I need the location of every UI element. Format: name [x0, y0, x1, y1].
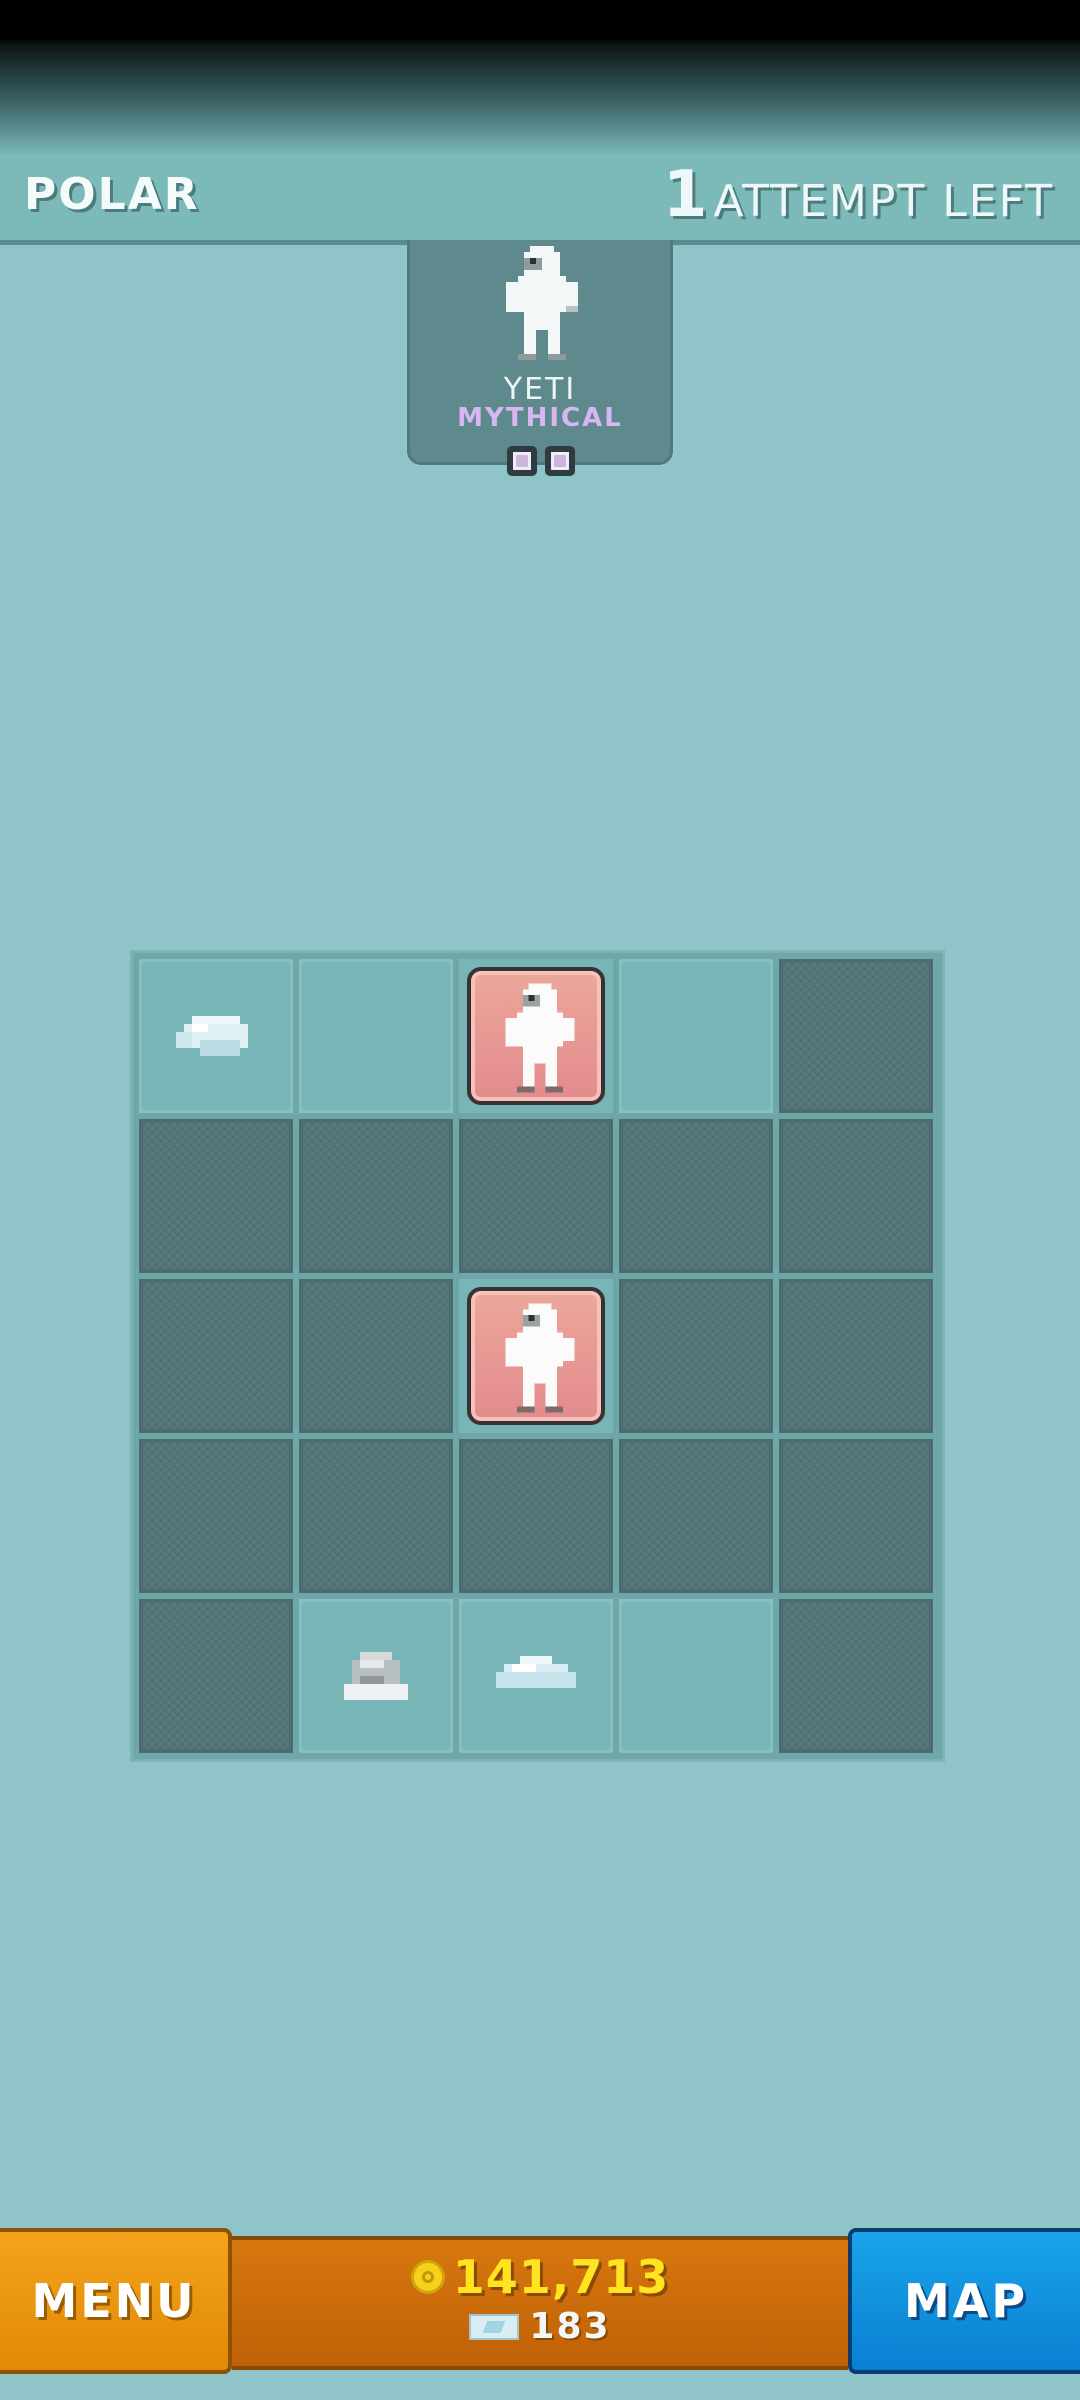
target-rarity: MYTHICAL [457, 403, 623, 433]
empty-tile [619, 1599, 773, 1753]
biome-title: POLAR [24, 169, 200, 220]
coin-icon [410, 2260, 445, 2294]
yeti-icon [467, 1287, 605, 1425]
rock-tile [299, 1599, 453, 1753]
level-header: POLAR 1 ATTEMPT LEFT [0, 155, 1080, 245]
found-yeti-tile [459, 1279, 613, 1433]
covered-tile[interactable] [459, 1119, 613, 1273]
covered-tile[interactable] [299, 1119, 453, 1273]
target-pip [545, 446, 575, 476]
attempts-count: 1 [662, 158, 708, 232]
found-yeti-tile [459, 959, 613, 1113]
snow-drift-icon [496, 1656, 576, 1688]
covered-tile[interactable] [779, 959, 933, 1113]
target-name: YETI [503, 372, 577, 407]
empty-tile [619, 959, 773, 1113]
rock-icon [344, 1652, 408, 1700]
coin-amount: 141,713 [452, 2250, 670, 2304]
currency-panel: 141,713 183 [232, 2236, 848, 2370]
target-animal-card: YETI MYTHICAL [407, 240, 673, 476]
covered-tile[interactable] [139, 1439, 293, 1593]
ice-chunk-icon [176, 1016, 248, 1056]
snow-drift-tile [459, 1599, 613, 1753]
gem-icon [469, 2313, 520, 2340]
covered-tile[interactable] [619, 1439, 773, 1593]
menu-button[interactable]: MENU [0, 2228, 232, 2374]
covered-tile[interactable] [779, 1279, 933, 1433]
covered-tile[interactable] [779, 1439, 933, 1593]
yeti-icon [506, 246, 578, 360]
ice-chunk-tile [139, 959, 293, 1113]
coin-counter: 141,713 [232, 2250, 848, 2304]
bottom-bar: MENU 141,713 183 MAP [0, 2228, 1080, 2378]
target-pip [507, 446, 537, 476]
map-button[interactable]: MAP [848, 2228, 1080, 2374]
covered-tile[interactable] [459, 1439, 613, 1593]
target-count-pips [507, 446, 575, 476]
covered-tile[interactable] [779, 1599, 933, 1753]
covered-tile[interactable] [139, 1279, 293, 1433]
attempts-label: ATTEMPT LEFT [713, 176, 1054, 227]
attempts-counter: 1 ATTEMPT LEFT [663, 163, 1054, 227]
covered-tile[interactable] [779, 1119, 933, 1273]
gem-amount: 183 [529, 2306, 611, 2347]
covered-tile[interactable] [299, 1279, 453, 1433]
gem-counter: 183 [232, 2306, 848, 2347]
empty-tile [299, 959, 453, 1113]
safari-grid [130, 950, 945, 1762]
covered-tile[interactable] [299, 1439, 453, 1593]
covered-tile[interactable] [619, 1279, 773, 1433]
yeti-icon [467, 967, 605, 1105]
covered-tile[interactable] [139, 1599, 293, 1753]
status-bar-shade [0, 0, 1080, 155]
covered-tile[interactable] [619, 1119, 773, 1273]
covered-tile[interactable] [139, 1119, 293, 1273]
